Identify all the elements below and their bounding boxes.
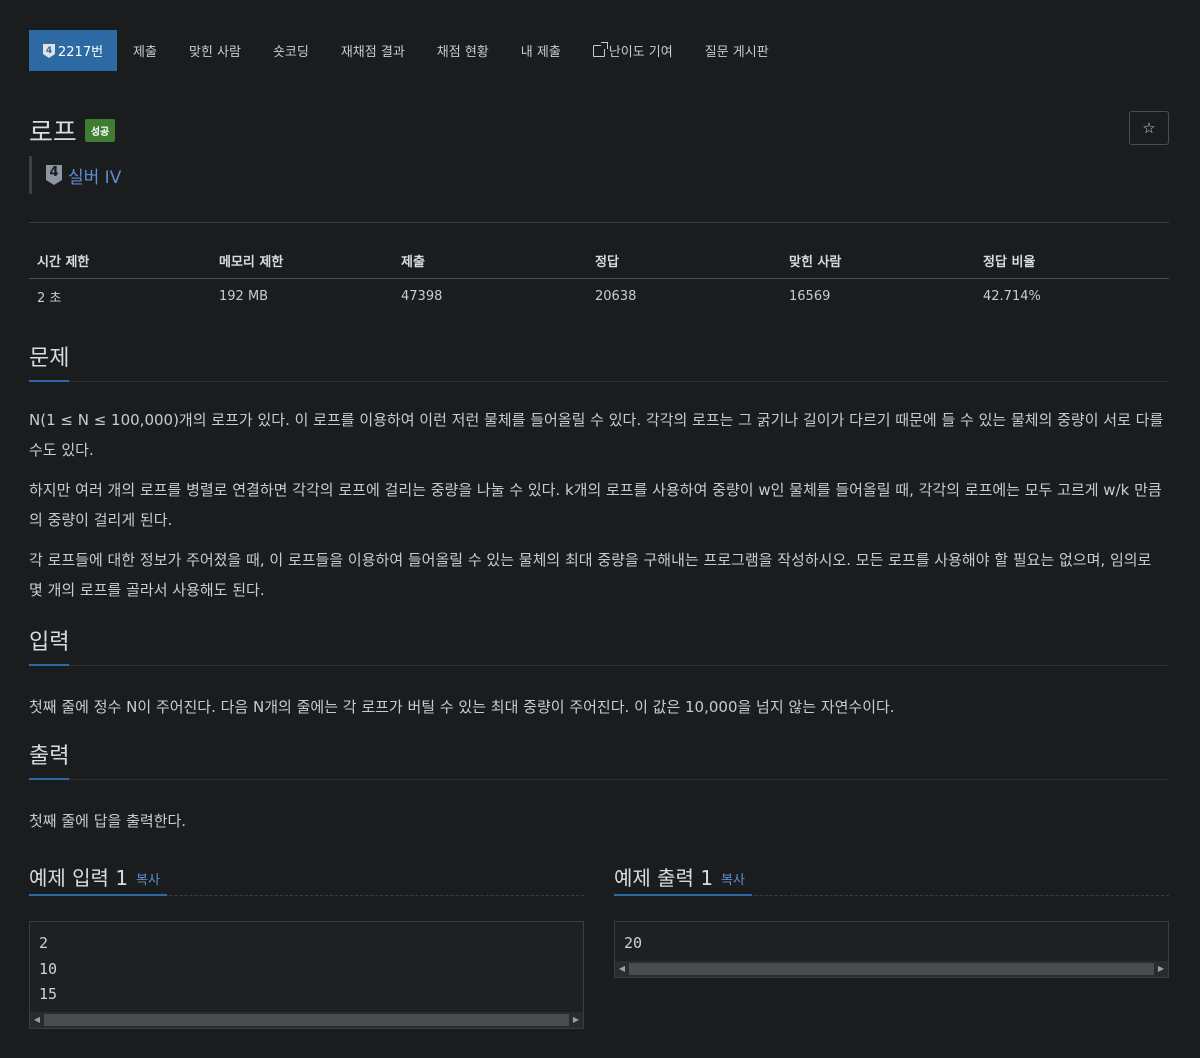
sample-input-box[interactable]: 2 10 15 ◀ ▶ (29, 921, 584, 1029)
table-cell: 42.714% (983, 288, 1041, 304)
svg-text:4: 4 (46, 46, 52, 56)
tier-badge-icon: 4 (46, 165, 62, 185)
table-header: 메모리 제한 (211, 244, 393, 279)
section-title: 예제 입력 1 (29, 866, 129, 890)
scroll-left-icon[interactable]: ◀ (615, 961, 629, 977)
copy-link[interactable]: 복사 (136, 869, 160, 888)
scroll-left-icon[interactable]: ◀ (30, 1012, 44, 1028)
table-header: 정답 (587, 244, 781, 279)
problem-description-section: 문제 N(1 ≤ N ≤ 100,000)개의 로프가 있다. 이 로프를 이용… (29, 345, 1169, 605)
section-title: 예제 출력 1 (614, 866, 714, 890)
scroll-right-icon[interactable]: ▶ (569, 1012, 583, 1028)
problem-paragraph: 각 로프들에 대한 정보가 주어졌을 때, 이 로프들을 이용하여 들어올릴 수… (29, 551, 1152, 599)
section-title: 입력 (29, 630, 70, 655)
section-underline (29, 778, 69, 780)
table-row: 2 초 192 MB 47398 20638 16569 42.714% (29, 278, 1169, 314)
sample-line: 10 (39, 959, 58, 978)
table-cell: 192 MB (219, 288, 269, 304)
external-link-icon (592, 41, 608, 57)
horizontal-scrollbar[interactable]: ◀ ▶ (30, 1011, 583, 1028)
problem-paragraph: 하지만 여러 개의 로프를 병렬로 연결하면 각각의 로프에 걸리는 중량을 나… (29, 481, 1162, 529)
sample-output-box[interactable]: 20 ◀ ▶ (614, 921, 1169, 978)
table-header: 시간 제한 (29, 244, 211, 279)
nav-tab-label: 질문 게시판 (704, 45, 769, 60)
tier-info: 4 실버 IV (29, 156, 121, 194)
nav-tab-label: 2217번 (58, 45, 104, 60)
nav-tab-solvers[interactable]: 맞힌 사람 (173, 30, 257, 71)
output-section: 출력 첫째 줄에 답을 출력한다. (29, 743, 1169, 836)
copy-link[interactable]: 복사 (721, 869, 745, 888)
section-header: 입력 (29, 629, 1169, 666)
nav-tab-rejudge-results[interactable]: 재채점 결과 (325, 30, 421, 71)
problem-title-row: 로프 성공 (29, 112, 116, 149)
section-underline (614, 894, 752, 896)
divider (29, 222, 1169, 223)
scroll-right-icon[interactable]: ▶ (1154, 961, 1168, 977)
nav-tab-label: 재채점 결과 (340, 45, 405, 60)
problem-paragraph: N(1 ≤ N ≤ 100,000)개의 로프가 있다. 이 로프를 이용하여 … (29, 411, 1164, 459)
status-badge: 성공 (84, 119, 116, 142)
table-cell: 20638 (595, 288, 637, 304)
star-icon: ☆ (1142, 119, 1156, 137)
section-title: 문제 (29, 346, 70, 371)
sample-input-section: 예제 입력 1 복사 2 10 15 ◀ ▶ (29, 858, 584, 1029)
scrollbar-thumb[interactable] (44, 1013, 569, 1026)
input-section: 입력 첫째 줄에 정수 N이 주어진다. 다음 N개의 줄에는 각 로프가 버틸… (29, 629, 1169, 722)
scrollbar-thumb[interactable] (629, 962, 1154, 975)
nav-tab-submit[interactable]: 제출 (117, 30, 173, 71)
page-title: 로프 (29, 118, 77, 148)
nav-tab-label: 맞힌 사람 (188, 45, 241, 60)
section-title: 출력 (29, 744, 70, 769)
section-header: 출력 (29, 743, 1169, 780)
sample-output-section: 예제 출력 1 복사 20 ◀ ▶ (614, 858, 1169, 978)
table-cell: 47398 (401, 288, 443, 304)
problem-nav: 4 2217번 제출 맞힌 사람 숏코딩 재채점 결과 채점 현황 내 제출 난… (29, 30, 785, 71)
nav-tab-difficulty-contribution[interactable]: 난이도 기여 (577, 30, 689, 71)
nav-tab-label: 숏코딩 (272, 45, 309, 60)
nav-tab-label: 내 제출 (520, 45, 561, 60)
table-header: 정답 비율 (975, 244, 1169, 279)
nav-tab-label: 난이도 기여 (608, 45, 673, 60)
table-cell: 16569 (789, 288, 831, 304)
input-description: 첫째 줄에 정수 N이 주어진다. 다음 N개의 줄에는 각 로프가 버틸 수 … (29, 698, 895, 716)
nav-tab-judge-status[interactable]: 채점 현황 (421, 30, 505, 71)
output-description: 첫째 줄에 답을 출력한다. (29, 812, 187, 830)
nav-tab-question-board[interactable]: 질문 게시판 (689, 30, 785, 71)
section-underline (29, 380, 69, 382)
tier-label[interactable]: 실버 IV (68, 163, 121, 188)
nav-tab-my-submissions[interactable]: 내 제출 (505, 30, 577, 71)
table-cell: 2 초 (37, 290, 62, 306)
sample-line: 15 (39, 985, 58, 1003)
table-header-row: 시간 제한 메모리 제한 제출 정답 맞힌 사람 정답 비율 (29, 244, 1169, 279)
section-header: 예제 출력 1 복사 (614, 858, 1169, 896)
sample-line: 2 (39, 934, 49, 952)
table-header: 맞힌 사람 (781, 244, 975, 279)
section-header: 문제 (29, 345, 1169, 382)
section-underline (29, 894, 167, 896)
problem-info-table: 시간 제한 메모리 제한 제출 정답 맞힌 사람 정답 비율 2 초 192 M… (29, 244, 1169, 314)
tier-badge-icon: 4 (43, 43, 55, 58)
favorite-button[interactable]: ☆ (1129, 111, 1169, 145)
sample-line: 20 (624, 934, 643, 952)
nav-tab-label: 채점 현황 (436, 45, 489, 60)
nav-tab-short-coding[interactable]: 숏코딩 (257, 30, 325, 71)
table-header: 제출 (393, 244, 587, 279)
section-underline (29, 664, 69, 666)
nav-tab-problem[interactable]: 4 2217번 (29, 30, 118, 71)
section-header: 예제 입력 1 복사 (29, 858, 584, 896)
nav-tab-label: 제출 (133, 45, 157, 60)
horizontal-scrollbar[interactable]: ◀ ▶ (615, 960, 1168, 977)
